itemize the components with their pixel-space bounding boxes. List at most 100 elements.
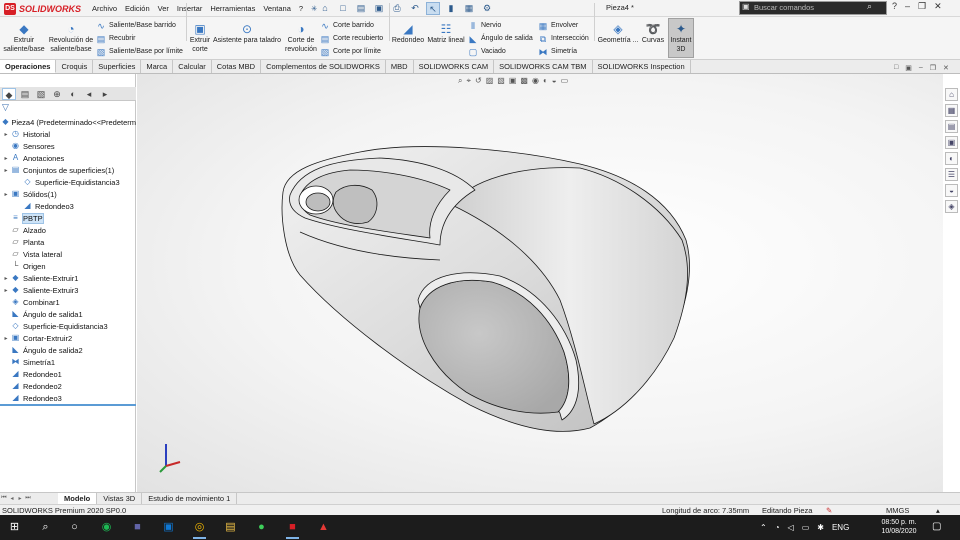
viewport-restore-icon[interactable]: ❐ (930, 64, 936, 72)
tab-marca[interactable]: Marca (141, 60, 174, 73)
search-commands-input[interactable]: Buscar comandos (739, 1, 887, 15)
solidworks-forum-icon[interactable]: ◒ (945, 184, 958, 197)
expand-arrow-icon[interactable]: ▸ (2, 167, 10, 174)
task-view-icon[interactable]: ○ (66, 519, 83, 536)
revolve-cut-button[interactable]: ◑ Corte de revolución (284, 19, 318, 54)
open-folder-icon[interactable]: ▤ (354, 2, 368, 15)
viewport-minimize-icon[interactable]: – (919, 64, 923, 72)
select-arrow-icon[interactable]: ↖ (426, 2, 440, 15)
restore-icon[interactable]: ❐ (918, 1, 926, 12)
options-gear-icon[interactable]: ⚙ (480, 2, 494, 15)
tab-solidworks-cam[interactable]: SOLIDWORKS CAM (414, 60, 495, 73)
windows-start-icon[interactable]: ⊞ (6, 519, 23, 536)
tree-node[interactable]: ◢ Redondeo3 (0, 200, 136, 212)
spotify-icon[interactable]: ◉ (98, 519, 115, 536)
tab-mbd[interactable]: MBD (386, 60, 414, 73)
tree-node[interactable]: ≡ PBTP (0, 212, 136, 224)
tab-operaciones[interactable]: Operaciones (0, 60, 57, 73)
zoom-to-fit-icon[interactable]: ⌕ (458, 76, 462, 86)
tab-scroll-left-icon[interactable]: ◂ (82, 88, 96, 100)
tree-node[interactable]: ◢ Redondeo1 (0, 368, 136, 380)
clock[interactable]: 08:50 p. m. 10/08/2020 (880, 518, 918, 536)
tree-node[interactable]: ▸ ◆ Saliente-Extruir1 (0, 272, 136, 284)
network-icon[interactable]: ◔ (775, 523, 780, 532)
expand-arrow-icon[interactable]: ▸ (2, 131, 10, 138)
boundary-boss-button[interactable]: ▧ Saliente/Base por límite (96, 45, 183, 58)
outlook-icon[interactable]: ▣ (160, 519, 177, 536)
home-icon[interactable]: ⌂ (318, 2, 332, 15)
section-view-icon[interactable]: ▨ (486, 76, 494, 86)
linear-pattern-button[interactable]: ☷ Matriz lineal (427, 19, 465, 46)
whatsapp-icon[interactable]: ● (253, 519, 270, 536)
file-properties-icon[interactable]: ▦ (462, 2, 476, 15)
tab-superficies[interactable]: Superficies (93, 60, 142, 73)
edit-appearance-icon[interactable]: ◐ (543, 76, 548, 86)
draft-button[interactable]: ◣ Ángulo de salida (468, 32, 533, 45)
expand-arrow-icon[interactable]: ▸ (2, 335, 10, 342)
tree-node[interactable]: ◆ Pieza4 (Predeterminado<<Predeterm (0, 116, 136, 128)
tree-node[interactable]: ▸ ◷ Historial (0, 128, 136, 140)
extrude-boss-button[interactable]: ◆ Extruir saliente/base (2, 19, 46, 54)
tree-node[interactable]: └ Origen (0, 260, 136, 272)
expand-arrow-icon[interactable]: ▸ (2, 275, 10, 282)
rebuild-icon[interactable]: ▮ (444, 2, 458, 15)
graphics-area[interactable] (137, 74, 943, 492)
tab-scroll-right-icon[interactable]: ▸ (98, 88, 112, 100)
viewport-tile-icon[interactable]: ▣ (905, 64, 912, 72)
search-icon[interactable]: ⌕ (37, 519, 54, 536)
menu-ventana[interactable]: Ventana (259, 4, 295, 13)
filter-icon[interactable]: ▽ (2, 102, 9, 113)
loft-button[interactable]: ▤ Recubrir (96, 32, 183, 45)
tab-modelo[interactable]: Modelo (58, 493, 98, 504)
expand-arrow-icon[interactable]: ▸ (2, 155, 10, 162)
view-settings-icon[interactable]: ▭ (561, 76, 569, 86)
help-icon[interactable]: ? (892, 1, 897, 12)
prev-tab-icon[interactable]: ◂ (8, 495, 16, 502)
volume-icon[interactable]: ◁ (788, 523, 794, 532)
tab-vistas-3d[interactable]: Vistas 3D (97, 493, 143, 504)
tab-calcular[interactable]: Calcular (173, 60, 212, 73)
tree-node[interactable]: ⧓ Simetría1 (0, 356, 136, 368)
viewport-expand-icon[interactable]: □ (894, 64, 898, 72)
menu-herramientas[interactable]: Herramientas (206, 4, 259, 13)
tree-node[interactable]: ◈ Combinar1 (0, 296, 136, 308)
language-indicator[interactable]: ENG (832, 523, 849, 532)
notifications-icon[interactable]: ▢ (932, 521, 941, 532)
teams-icon[interactable]: ■ (129, 519, 146, 536)
rollback-bar[interactable] (0, 404, 136, 406)
3dexperience-icon[interactable]: ◈ (945, 200, 958, 213)
tree-node[interactable]: ◇ Superficie-Equidistancia3 (0, 176, 136, 188)
minimize-icon[interactable]: – (905, 1, 910, 12)
mirror-button[interactable]: ⧓ Simetría (538, 45, 589, 58)
last-tab-icon[interactable]: ⏭ (24, 495, 32, 502)
view-palette-icon[interactable]: ▣ (945, 136, 958, 149)
tree-node[interactable]: ▸ ▣ Cortar-Extruir2 (0, 332, 136, 344)
tree-node[interactable]: ◣ Ángulo de salida2 (0, 344, 136, 356)
tree-node[interactable]: ◢ Redondeo2 (0, 380, 136, 392)
zoom-area-icon[interactable]: ⌖ (466, 76, 471, 86)
solidworks-resources-icon[interactable]: ⌂ (945, 88, 958, 101)
menu-archivo[interactable]: Archivo (88, 4, 121, 13)
dynamic-annotation-icon[interactable]: ▧ (497, 76, 505, 86)
file-explorer-icon[interactable]: ▤ (222, 519, 239, 536)
tree-node[interactable]: ◣ Ángulo de salida1 (0, 308, 136, 320)
expand-arrow-icon[interactable]: ▸ (2, 191, 10, 198)
tab-cotas-mbd[interactable]: Cotas MBD (212, 60, 262, 73)
tree-node[interactable]: ▸ A Anotaciones (0, 152, 136, 164)
new-document-icon[interactable]: □ (336, 2, 350, 15)
display-manager-tab-icon[interactable]: ◐ (66, 88, 80, 100)
part-model[interactable] (137, 74, 943, 492)
file-explorer-icon[interactable]: ▤ (945, 120, 958, 133)
tree-node[interactable]: ▱ Vista lateral (0, 248, 136, 260)
search-icon[interactable]: ⌕ (867, 1, 872, 12)
tree-node[interactable]: ▱ Planta (0, 236, 136, 248)
menu-edicion[interactable]: Edición (121, 4, 154, 13)
battery-icon[interactable]: ▭ (802, 523, 810, 532)
first-tab-icon[interactable]: ⏮ (0, 495, 8, 502)
solidworks-logo[interactable]: DS SOLIDWORKS (4, 1, 81, 16)
save-icon[interactable]: ▣ (372, 2, 386, 15)
print-icon[interactable]: ⎙ (390, 2, 404, 15)
tree-node[interactable]: ◢ Redondeo3 (0, 392, 136, 404)
dimxpert-tab-icon[interactable]: ⊕ (50, 88, 64, 100)
chrome-icon[interactable]: ◎ (191, 519, 208, 539)
